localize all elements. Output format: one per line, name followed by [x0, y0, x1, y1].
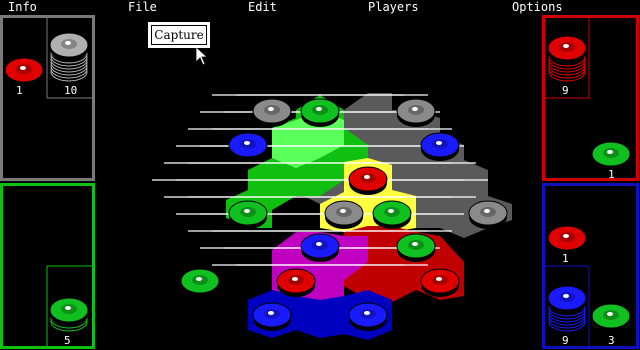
board-piece-blue[interactable] [348, 302, 388, 332]
mouse-cursor-icon [195, 46, 209, 66]
blue-reserve-count: 9 [562, 334, 569, 347]
blue-panel-captured-red-piece[interactable] [547, 225, 587, 255]
gray-panel-captured-red-piece[interactable] [4, 57, 44, 87]
board-piece-red[interactable] [276, 268, 316, 298]
game-board[interactable] [0, 0, 640, 350]
board-piece-gray[interactable] [468, 200, 508, 230]
red-reserve-stack[interactable] [547, 35, 587, 82]
gray-reserve-count: 10 [64, 84, 78, 97]
green-reserve-stack[interactable] [49, 297, 89, 332]
board-piece-blue[interactable] [228, 132, 268, 162]
gray-reserve-stack[interactable] [49, 32, 89, 82]
board-piece-green[interactable] [180, 268, 220, 298]
red-captured-count: 1 [608, 168, 615, 181]
board-piece-green[interactable] [300, 98, 340, 128]
blue-captured-green-count: 3 [608, 334, 615, 347]
board-piece-red[interactable] [420, 268, 460, 298]
board-piece-green[interactable] [228, 200, 268, 230]
blue-captured-count: 1 [562, 252, 569, 265]
board-piece-green[interactable] [372, 200, 412, 230]
red-panel-captured-green-piece[interactable] [591, 141, 631, 171]
board-piece-gray[interactable] [324, 200, 364, 230]
board-piece-blue[interactable] [252, 302, 292, 332]
board-piece-gray[interactable] [252, 98, 292, 128]
blue-captured-green-stack[interactable] [591, 303, 631, 333]
green-reserve-count: 5 [64, 334, 71, 347]
board-piece-blue[interactable] [300, 233, 340, 263]
board-piece-green[interactable] [396, 233, 436, 263]
board-piece-blue[interactable] [420, 132, 460, 162]
red-reserve-count: 9 [562, 84, 569, 97]
blue-reserve-stack[interactable] [547, 285, 587, 332]
board-piece-red[interactable] [348, 166, 388, 196]
capture-button[interactable]: Capture [148, 22, 210, 48]
gray-captured-count: 1 [16, 84, 23, 97]
board-piece-gray[interactable] [396, 98, 436, 128]
